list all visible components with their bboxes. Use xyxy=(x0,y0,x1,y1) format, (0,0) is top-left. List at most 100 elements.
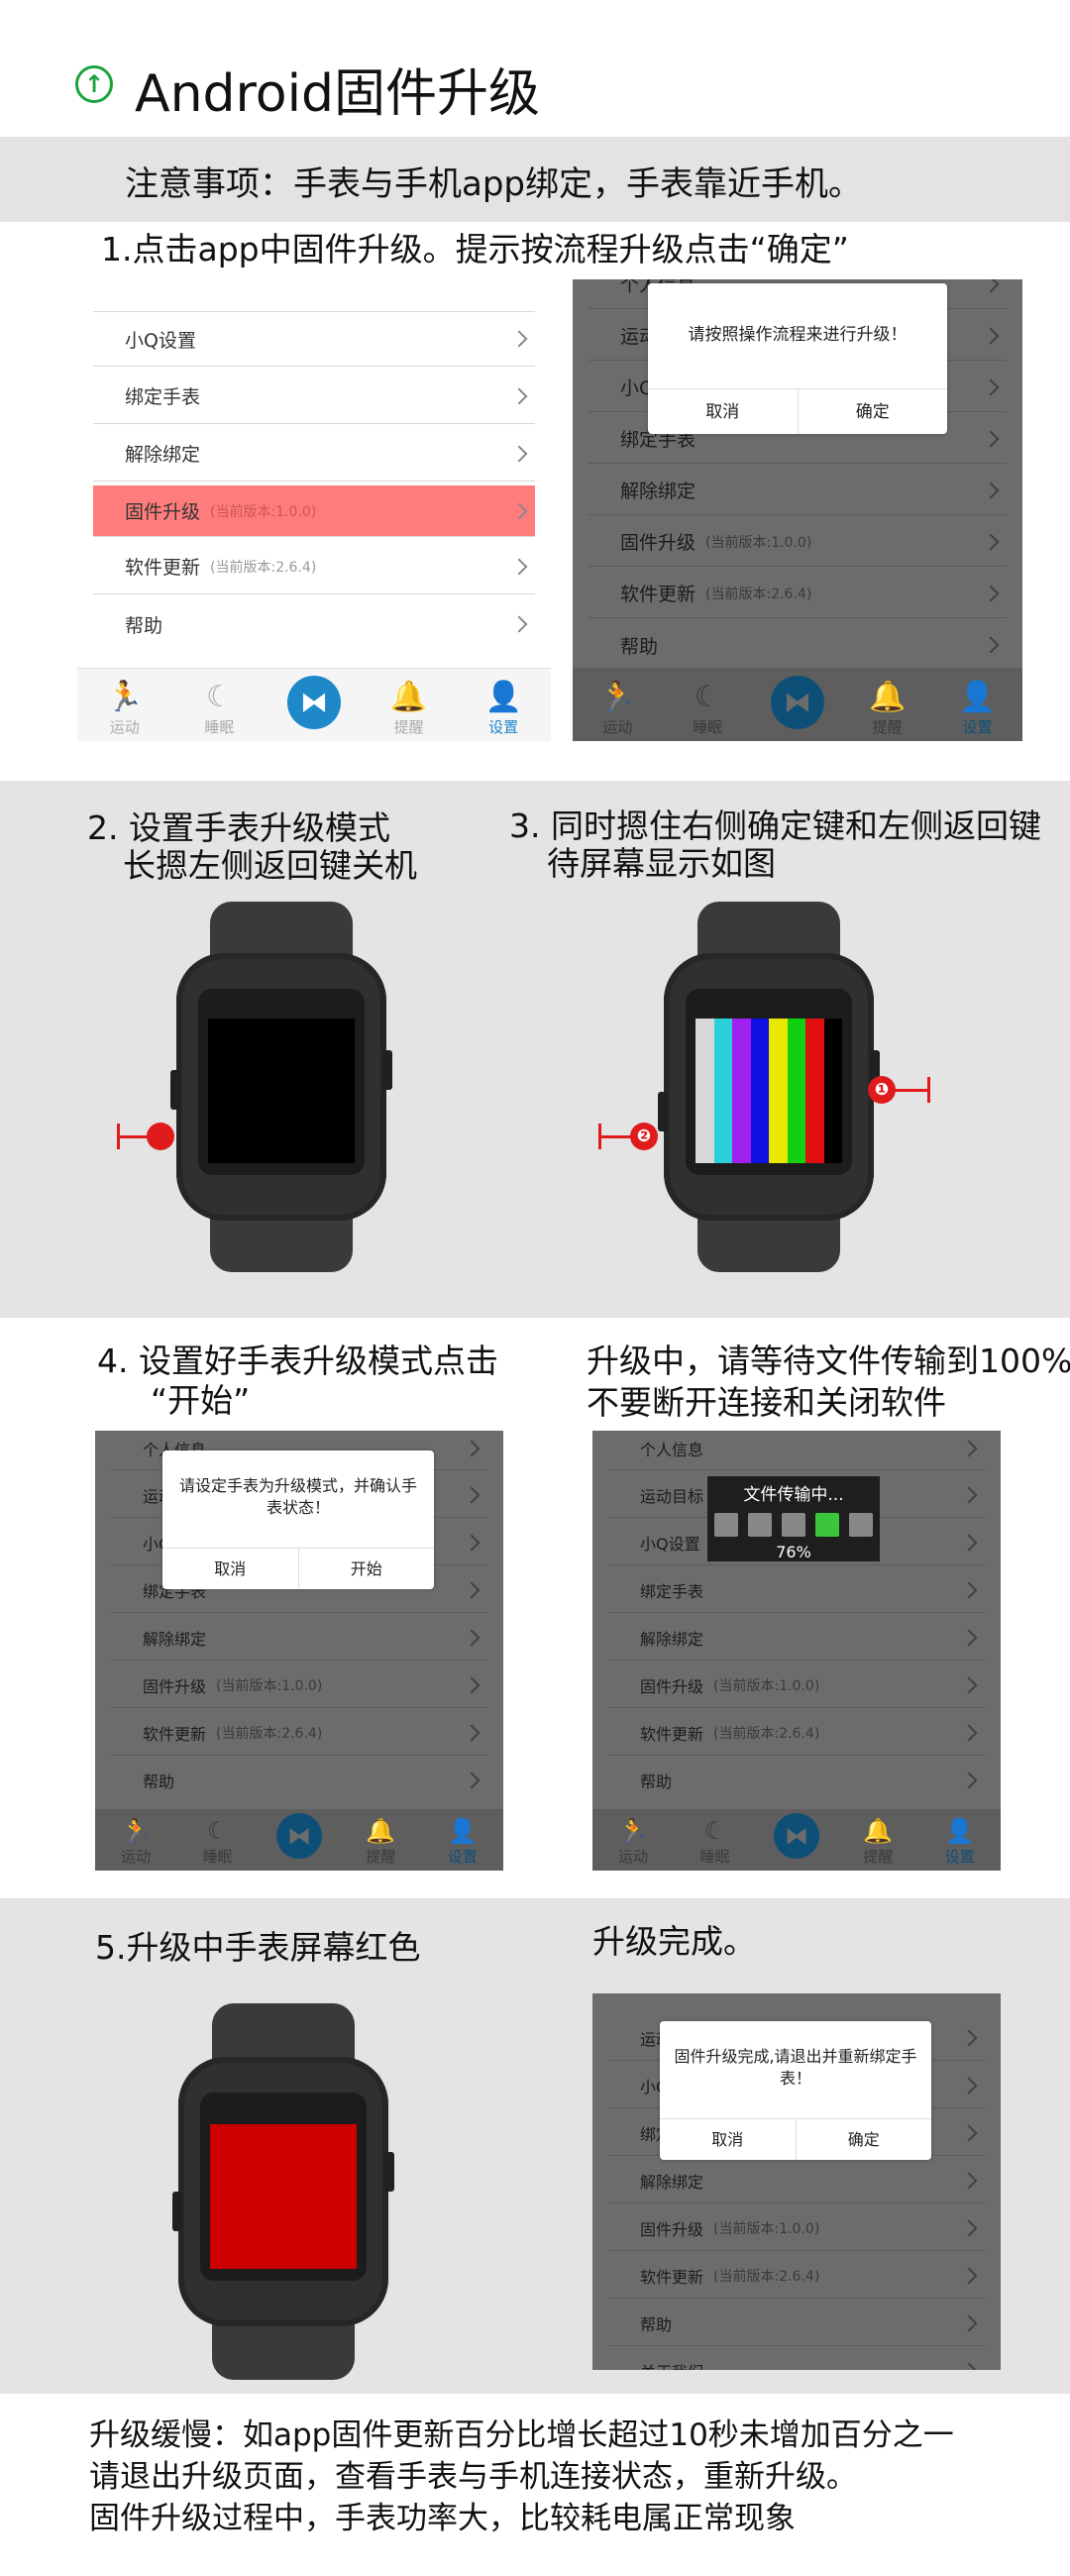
menu-label: 解除绑定 xyxy=(640,1629,704,1649)
tab-bar: 🏃 运动 ☾ 睡眠 ⧓ 🔔 提醒 👤 设置 xyxy=(77,668,551,741)
dialog-cancel-button[interactable]: 取消 xyxy=(660,2119,796,2160)
tab-label: 运动 xyxy=(121,1848,152,1866)
menu-item-software-update[interactable]: 软件更新 (当前版本:2.6.4) xyxy=(93,539,535,594)
user-icon: 👤 xyxy=(944,1817,975,1845)
tab-label: 运动 xyxy=(602,718,633,736)
menu-item-firmware-upgrade: 固件升级 (当前版本:1.0.0) xyxy=(111,1663,487,1708)
tab-home[interactable]: ⧓ xyxy=(279,676,349,737)
moon-icon: ☾ xyxy=(703,1817,726,1845)
version-label: (当前版本:2.6.4) xyxy=(713,2268,820,2285)
dialog-start-button[interactable]: 开始 xyxy=(297,1549,435,1589)
chevron-right-icon xyxy=(463,1771,481,1789)
color-bar-yellow xyxy=(769,1019,788,1163)
upgrading-text-line2: 不要断开连接和关闭软件 xyxy=(587,1383,946,1422)
done-text: 升级完成。 xyxy=(592,1922,756,1961)
footer-line2: 请退出升级页面，查看手表与手机连接状态，重新升级。 xyxy=(89,2459,857,2495)
tab-sleep: ☾ 睡眠 xyxy=(681,1816,750,1867)
tab-label: 睡眠 xyxy=(202,1848,233,1866)
upgrading-text-line1: 升级中，请等待文件传输到100% xyxy=(587,1342,1070,1380)
version-label: (当前版本:1.0.0) xyxy=(713,1677,820,1694)
dialog-cancel-button[interactable]: 取消 xyxy=(162,1549,298,1589)
chevron-right-icon xyxy=(982,482,1000,498)
tab-sleep[interactable]: ☾ 睡眠 xyxy=(184,679,254,737)
step2-text-line1: 2. 设置手表升级模式 xyxy=(87,808,390,847)
color-bar-green xyxy=(787,1019,805,1163)
color-bar-black xyxy=(823,1019,842,1163)
tutorial-page: ↑ Android固件升级 注意事项：手表与手机app绑定，手表靠近手机。 1.… xyxy=(0,0,1070,2576)
tab-settings[interactable]: 👤 设置 xyxy=(469,679,538,737)
step4-text-line1: 4. 设置好手表升级模式点击 xyxy=(97,1342,498,1380)
chevron-right-icon xyxy=(463,1581,481,1598)
menu-item-unbind[interactable]: 解除绑定 xyxy=(93,426,535,482)
menu-item-unbind: 解除绑定 xyxy=(608,1615,985,1661)
bowtie-logo-icon: ⧓ xyxy=(275,1813,322,1859)
menu-item-firmware-upgrade[interactable]: 固件升级 (当前版本:1.0.0) xyxy=(93,485,535,537)
tab-label: 提醒 xyxy=(872,718,903,736)
chevron-right-icon xyxy=(960,1771,978,1789)
chevron-right-icon xyxy=(463,1629,481,1646)
bell-icon: 🔔 xyxy=(366,1817,396,1845)
user-icon: 👤 xyxy=(447,1817,478,1845)
tab-label: 睡眠 xyxy=(699,1848,730,1866)
marker-dot xyxy=(147,1123,174,1150)
watch-right-button xyxy=(384,2152,394,2192)
chevron-right-icon xyxy=(960,2124,978,2141)
menu-item-help[interactable]: 帮助 xyxy=(93,596,535,652)
menu-label: 软件更新 xyxy=(620,584,696,605)
tab-sport: 🏃 运动 xyxy=(583,679,652,737)
step1-text: 1.点击app中固件升级。提示按流程升级点击“确定” xyxy=(101,230,849,268)
tab-label: 提醒 xyxy=(863,1848,894,1866)
bell-icon: 🔔 xyxy=(863,1817,894,1845)
version-label: (当前版本:2.6.4) xyxy=(210,559,317,576)
progress-box xyxy=(748,1513,772,1537)
phone-screen-transfer: 个人信息 运动目标 小Q设置 绑定手表 解除绑定 固件升级 (当前版本:1.0.0… xyxy=(592,1431,1001,1871)
menu-item-unbind: 解除绑定 xyxy=(111,1615,487,1661)
tab-bar: 🏃 运动 ☾ 睡眠 ⧓ 🔔 提醒 👤 设置 xyxy=(95,1809,503,1871)
step5-text: 5.升级中手表屏幕红色 xyxy=(95,1928,421,1967)
tab-remind[interactable]: 🔔 提醒 xyxy=(374,679,444,737)
tab-home: ⧓ xyxy=(265,1813,334,1867)
chevron-right-icon xyxy=(463,1676,481,1693)
menu-item-help: 帮助 xyxy=(588,620,1007,670)
chevron-right-icon xyxy=(960,2219,978,2236)
chevron-right-icon xyxy=(960,2077,978,2093)
tab-label: 设置 xyxy=(488,718,519,736)
dialog-ok-button[interactable]: 确定 xyxy=(795,2119,932,2160)
dialog-message: 请设定手表为升级模式，并确认手表状态！ xyxy=(178,1476,417,1517)
tab-sport[interactable]: 🏃 运动 xyxy=(90,679,160,737)
phone-screen-start: 个人信息 运动目标 小Q设置 绑定手表 解除绑定 固件升级(当前版本:1.0.0… xyxy=(95,1431,503,1871)
up-arrow-circle-icon: ↑ xyxy=(75,65,113,103)
menu-item-firmware-upgrade: 固件升级 (当前版本:1.0.0) xyxy=(588,517,1007,567)
bell-icon: 🔔 xyxy=(869,680,907,714)
menu-item-software-update: 软件更新 (当前版本:2.6.4) xyxy=(588,569,1007,618)
dialog-ok-button[interactable]: 确定 xyxy=(797,389,948,434)
bowtie-logo-icon: ⧓ xyxy=(770,676,824,729)
version-label: (当前版本:2.6.4) xyxy=(216,1725,323,1742)
chevron-right-icon xyxy=(960,1486,978,1503)
user-icon: 👤 xyxy=(484,680,522,714)
tab-bar: 🏃 运动 ☾ 睡眠 ⧓ 🔔 提醒 👤 设置 xyxy=(592,1809,1001,1871)
tab-label: 睡眠 xyxy=(204,718,235,736)
step3-text-line2: 待屏幕显示如图 xyxy=(547,844,776,883)
menu-label: 软件更新 xyxy=(640,2267,704,2287)
chevron-right-icon xyxy=(960,2314,978,2331)
chevron-right-icon xyxy=(960,1534,978,1551)
version-label: (当前版本:2.6.4) xyxy=(705,586,812,602)
watch-right-button xyxy=(382,1050,392,1090)
moon-icon: ☾ xyxy=(206,1817,229,1845)
menu-label: 绑定手表 xyxy=(125,386,201,408)
step3-text-line1: 3. 同时摁住右侧确定键和左侧返回键 xyxy=(509,806,1041,845)
dialog-cancel-button[interactable]: 取消 xyxy=(648,389,798,434)
progress-box xyxy=(714,1513,738,1537)
menu-item-bind-watch[interactable]: 绑定手表 xyxy=(93,369,535,424)
watch-left-button xyxy=(658,1092,668,1131)
bowtie-logo-icon: ⧓ xyxy=(286,676,341,729)
watch-screen-black xyxy=(208,1019,355,1163)
step4-text-line2: “开始” xyxy=(151,1381,251,1420)
menu-item-xiaoq-settings[interactable]: 小Q设置 xyxy=(93,311,535,367)
menu-label: 软件更新 xyxy=(640,1724,704,1744)
progress-box xyxy=(782,1513,805,1537)
marker-tick xyxy=(927,1077,930,1103)
phone-screen-confirm: 个人信息 运动目标 小Q设置 绑定手表 解除绑定 固件升级(当前版本:1.0.0… xyxy=(573,279,1022,741)
chevron-right-icon xyxy=(463,1486,481,1503)
